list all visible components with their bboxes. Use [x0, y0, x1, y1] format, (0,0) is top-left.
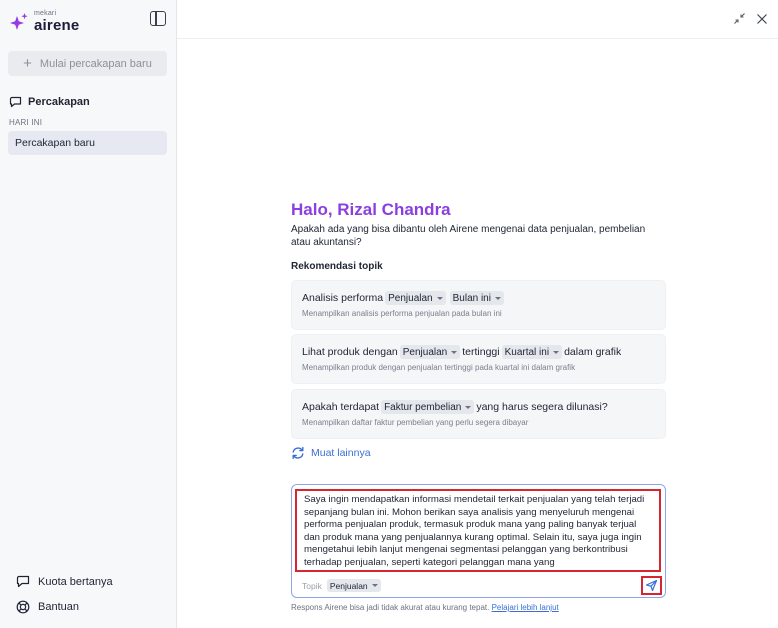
greeting-title: Halo, Rizal Chandra — [291, 200, 451, 219]
disclaimer-text: Respons Airene bisa jadi tidak akurat at… — [291, 603, 490, 612]
caret-down-icon — [553, 350, 560, 354]
refresh-icon — [292, 446, 304, 460]
period-dropdown[interactable]: Kuartal ini — [501, 345, 563, 359]
close-icon[interactable] — [756, 13, 768, 25]
chat-bubble-icon — [9, 96, 22, 108]
card-description: Menampilkan produk dengan penjualan tert… — [302, 363, 576, 372]
conversation-item[interactable]: Percakapan baru — [8, 131, 167, 155]
message-input[interactable]: Saya ingin mendapatkan informasi mendeta… — [295, 489, 661, 572]
sidebar: mekari airene + Mulai percakapan baru Pe… — [0, 0, 177, 628]
window-controls — [733, 12, 768, 25]
greeting-subtitle: Apakah ada yang bisa dibantu oleh Airene… — [291, 224, 646, 248]
card-text: yang harus segera dilunasi? — [476, 401, 608, 413]
brand-small-text: mekari — [34, 10, 57, 17]
sparkle-logo-icon — [10, 12, 28, 30]
recommendation-heading: Rekomendasi topik — [291, 261, 383, 272]
lifebuoy-icon — [16, 600, 30, 614]
load-more-button[interactable]: Muat lainnya — [291, 446, 371, 460]
dropdown-value: Kuartal ini — [504, 346, 550, 358]
sidebar-toggle-icon[interactable] — [150, 11, 166, 26]
topic-card-line: Lihat produk dengan Penjualan tertinggi … — [302, 345, 655, 359]
topic-card-line: Analisis performa Penjualan Bulan ini — [302, 291, 655, 305]
topic-dropdown[interactable]: Penjualan — [399, 345, 461, 359]
plus-icon: + — [23, 55, 32, 72]
topic-label: Topik — [302, 580, 322, 591]
send-icon — [645, 579, 658, 592]
brand-name: airene — [34, 17, 80, 34]
minimize-icon[interactable] — [733, 12, 746, 25]
card-text: tertinggi — [462, 346, 500, 358]
topic-selector: Topik Penjualan — [302, 579, 383, 592]
new-chat-button[interactable]: + Mulai percakapan baru — [8, 51, 167, 76]
topic-card-sales-analysis[interactable]: Analisis performa Penjualan Bulan ini Me… — [291, 280, 666, 330]
dropdown-value: Penjualan — [402, 346, 448, 358]
card-description: Menampilkan daftar faktur pembelian yang… — [302, 418, 529, 427]
caret-down-icon — [371, 584, 378, 587]
caret-down-icon — [451, 350, 458, 354]
new-chat-label: Mulai percakapan baru — [39, 57, 152, 70]
brand-logo[interactable]: mekari airene — [9, 10, 79, 33]
topic-card-top-products[interactable]: Lihat produk dengan Penjualan tertinggi … — [291, 334, 666, 384]
dropdown-value: Faktur pembelian — [384, 401, 462, 413]
dropdown-value: Bulan ini — [452, 292, 491, 304]
caret-down-icon — [436, 296, 443, 300]
learn-more-link[interactable]: Pelajari lebih lanjut — [492, 603, 559, 612]
topic-card-line: Apakah terdapat Faktur pembelian yang ha… — [302, 400, 655, 414]
card-text: Lihat produk dengan — [302, 346, 398, 358]
load-more-label: Muat lainnya — [311, 447, 371, 459]
document-dropdown[interactable]: Faktur pembelian — [381, 400, 475, 414]
card-description: Menampilkan analisis performa penjualan … — [302, 309, 502, 318]
message-composer: Saya ingin mendapatkan informasi mendeta… — [291, 484, 666, 598]
help-label: Bantuan — [38, 601, 79, 613]
period-dropdown[interactable]: Bulan ini — [449, 291, 504, 305]
help-link[interactable]: Bantuan — [16, 600, 79, 614]
topic-dropdown[interactable]: Penjualan — [326, 579, 381, 592]
caret-down-icon — [494, 296, 501, 300]
dropdown-value: Penjualan — [388, 292, 433, 304]
dropdown-value: Penjualan — [329, 580, 368, 591]
header-divider — [177, 38, 778, 39]
send-button[interactable] — [641, 576, 662, 595]
card-text: Analisis performa — [302, 292, 384, 304]
topic-card-purchase-invoices[interactable]: Apakah terdapat Faktur pembelian yang ha… — [291, 389, 666, 439]
topic-dropdown[interactable]: Penjualan — [385, 291, 446, 305]
card-text: Apakah terdapat — [302, 401, 380, 413]
disclaimer: Respons Airene bisa jadi tidak akurat at… — [291, 603, 559, 612]
caret-down-icon — [465, 405, 472, 409]
chat-bubble-icon — [16, 575, 30, 588]
conversations-heading: Percakapan — [9, 96, 90, 108]
card-text: dalam grafik — [564, 346, 622, 358]
quota-link[interactable]: Kuota bertanya — [16, 575, 113, 588]
quota-label: Kuota bertanya — [38, 575, 113, 588]
conversations-heading-label: Percakapan — [28, 96, 90, 108]
group-label-today: HARI INI — [9, 118, 43, 127]
